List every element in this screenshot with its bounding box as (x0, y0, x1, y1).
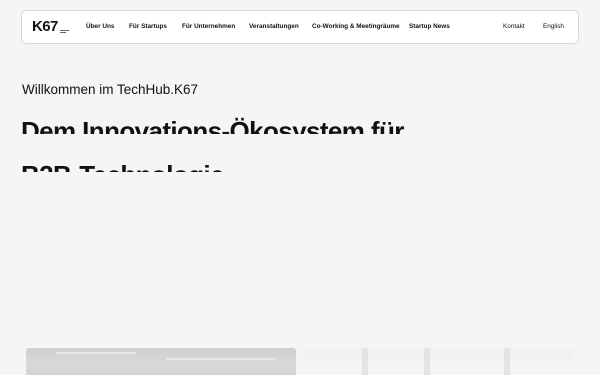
hero-image-left (26, 348, 296, 375)
image-detail (362, 348, 368, 375)
hero-headline-line-2: B2B-Technologie (21, 160, 224, 172)
hero-kicker: Willkommen im TechHub.K67 (22, 82, 199, 97)
image-detail (56, 352, 136, 354)
language-switch-english[interactable]: English (543, 22, 564, 32)
kontakt-link[interactable]: Kontakt (503, 22, 525, 32)
image-detail (424, 348, 430, 375)
top-navigation-bar: K67 Über Uns Für Startups Für Unternehme… (21, 10, 579, 44)
nav-item-ueber-uns[interactable]: Über Uns (86, 22, 114, 32)
image-detail (504, 348, 510, 375)
nav-item-coworking[interactable]: Co-Working & Meetingräume (312, 22, 400, 32)
hero-headline: Dem Innovations-Ökosystem für B2B-Techno… (21, 110, 441, 172)
image-detail (166, 358, 276, 360)
nav-item-fuer-startups[interactable]: Für Startups (129, 22, 167, 32)
k67-logo[interactable]: K67 (32, 18, 69, 35)
nav-item-fuer-unternehmen[interactable]: Für Unternehmen (182, 22, 235, 32)
reveal-animation-mask (21, 134, 441, 158)
logo-tagline-mark (59, 30, 69, 33)
page: K67 Über Uns Für Startups Für Unternehme… (0, 0, 600, 375)
logo-wordmark: K67 (32, 18, 58, 35)
nav-item-veranstaltungen[interactable]: Veranstaltungen (249, 22, 299, 32)
hero-image-right (304, 348, 574, 375)
nav-item-startup-news[interactable]: Startup News (409, 22, 450, 32)
